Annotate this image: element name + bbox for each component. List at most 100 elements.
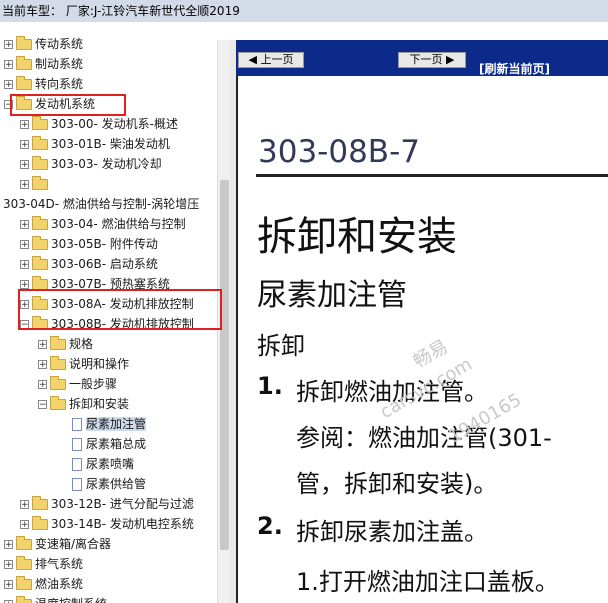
- tree-item-label: 尿素供给管: [86, 477, 147, 491]
- collapse-icon[interactable]: −: [38, 400, 47, 410]
- folder-icon: [16, 556, 32, 570]
- folder-icon: [16, 56, 32, 70]
- expand-icon[interactable]: +: [20, 220, 29, 230]
- tree-item[interactable]: +303-05B- 附件传动: [20, 234, 158, 254]
- folder-icon: [16, 36, 32, 50]
- tree-item[interactable]: +: [20, 174, 51, 194]
- expand-icon[interactable]: +: [38, 340, 47, 350]
- tree-item[interactable]: 303-04D- 燃油供给与控制-涡轮增压: [3, 194, 199, 214]
- tree-item[interactable]: − 拆卸和安装: [38, 394, 129, 414]
- folder-icon: [32, 216, 48, 230]
- tree-item-label: 尿素加注管: [86, 417, 147, 431]
- tree-item[interactable]: +303-01B- 柴油发动机: [20, 134, 170, 154]
- tree-item-label: 尿素箱总成: [86, 437, 147, 451]
- tree-item-label: 说明和操作: [69, 357, 130, 371]
- expand-icon[interactable]: +: [4, 80, 13, 90]
- expand-icon[interactable]: +: [38, 380, 47, 390]
- folder-icon: [50, 396, 66, 410]
- tree-item-label: 排气系统: [35, 557, 84, 571]
- tree-item-label: 303-00- 发动机系-概述: [51, 117, 178, 131]
- tree-item[interactable]: + 一般步骤: [38, 374, 117, 394]
- tree-item-label: 303-04D- 燃油供给与控制-涡轮增压: [3, 197, 200, 211]
- prev-page-button[interactable]: ◀ 上一页: [238, 52, 304, 68]
- tree-item[interactable]: + 规格: [38, 334, 93, 354]
- step-1-reference-line2: 管，拆卸和安装)。: [296, 470, 498, 498]
- folder-icon: [32, 256, 48, 270]
- step-1-reference-line1: 参阅：燃油加注管(301-: [296, 424, 552, 452]
- tree-item-label: 变速箱/离合器: [35, 537, 112, 551]
- tree-item[interactable]: +303-03- 发动机冷却: [20, 154, 162, 174]
- step-1-number: 1.: [257, 372, 283, 400]
- tree-item[interactable]: +303-06B- 启动系统: [20, 254, 158, 274]
- folder-icon: [50, 376, 66, 390]
- folder-icon: [50, 336, 66, 350]
- tree-item[interactable]: 尿素供给管: [72, 474, 146, 494]
- tree-item-label: 转向系统: [35, 77, 84, 91]
- expand-icon[interactable]: +: [20, 180, 29, 190]
- section-heading: 拆卸和安装: [257, 214, 457, 260]
- folder-icon: [32, 176, 48, 190]
- expand-icon[interactable]: +: [4, 560, 13, 570]
- tree-item-label: 303-06B- 启动系统: [51, 257, 158, 271]
- folder-icon: [32, 136, 48, 150]
- expand-icon[interactable]: +: [4, 40, 13, 50]
- tree-item[interactable]: + 排气系统: [4, 554, 83, 574]
- tree-item-label: 尿素喷嘴: [86, 457, 135, 471]
- folder-icon: [16, 76, 32, 90]
- expand-icon[interactable]: +: [20, 500, 29, 510]
- tree-item[interactable]: +303-12B- 进气分配与过滤: [20, 494, 194, 514]
- expand-icon[interactable]: +: [4, 60, 13, 70]
- folder-icon: [32, 516, 48, 530]
- tree-item-label: 303-03- 发动机冷却: [51, 157, 162, 171]
- expand-icon[interactable]: +: [4, 540, 13, 550]
- expand-icon[interactable]: +: [20, 140, 29, 150]
- tree-item-label: 303-14B- 发动机电控系统: [51, 517, 194, 531]
- tree-item-label: 传动系统: [35, 37, 84, 51]
- expand-icon[interactable]: +: [4, 580, 13, 590]
- tree-item[interactable]: + 燃油系统: [4, 574, 83, 594]
- component-heading: 尿素加注管: [257, 278, 407, 313]
- tree-item[interactable]: 尿素加注管: [72, 414, 147, 434]
- tree-item[interactable]: +303-04- 燃油供给与控制: [20, 214, 186, 234]
- expand-icon[interactable]: +: [38, 360, 47, 370]
- title-divider: [256, 174, 608, 177]
- document-icon: [72, 478, 82, 491]
- folder-icon: [16, 576, 32, 590]
- expand-icon[interactable]: +: [20, 160, 29, 170]
- step-2-text: 拆卸尿素加注盖。: [296, 518, 488, 546]
- tree-item[interactable]: +303-00- 发动机系-概述: [20, 114, 178, 134]
- tree-item-label: 制动系统: [35, 57, 84, 71]
- tree-item[interactable]: 尿素箱总成: [72, 434, 146, 454]
- tree-item-label: 规格: [69, 337, 94, 351]
- tree-item[interactable]: +温度控制系统: [4, 594, 107, 603]
- tree-scroll-thumb[interactable]: [220, 180, 229, 550]
- expand-icon[interactable]: +: [20, 240, 29, 250]
- tree-item-label: 303-12B- 进气分配与过滤: [51, 497, 194, 511]
- tree-item-label: 温度控制系统: [35, 597, 107, 603]
- document-nav-bar: ◀ 上一页 下一页 ▶ [刷新当前页]: [236, 40, 608, 76]
- tree-item[interactable]: + 变速箱/离合器: [4, 534, 111, 554]
- procedure-title: 拆卸: [257, 332, 305, 360]
- refresh-page-link[interactable]: [刷新当前页]: [479, 60, 550, 77]
- tree-item[interactable]: 尿素喷嘴: [72, 454, 134, 474]
- expand-icon[interactable]: +: [20, 280, 29, 290]
- expand-icon[interactable]: +: [20, 260, 29, 270]
- folder-icon: [50, 356, 66, 370]
- tree-item[interactable]: + 说明和操作: [38, 354, 129, 374]
- prev-page-label: 上一页: [260, 53, 294, 66]
- folder-icon: [32, 236, 48, 250]
- tree-item[interactable]: + 转向系统: [4, 74, 83, 94]
- tree-item-label: 303-04- 燃油供给与控制: [51, 217, 186, 231]
- document-icon: [72, 438, 82, 451]
- window-title: 当前车型： 厂家:J-江铃汽车新世代全顺2019: [0, 0, 608, 22]
- tree-item[interactable]: + 制动系统: [4, 54, 83, 74]
- next-page-button[interactable]: 下一页 ▶: [398, 52, 466, 68]
- tree-item-label: 一般步骤: [69, 377, 118, 391]
- highlight-engine-system: [10, 94, 126, 116]
- tree-item[interactable]: +303-14B- 发动机电控系统: [20, 514, 194, 534]
- expand-icon[interactable]: +: [20, 520, 29, 530]
- step-2-number: 2.: [257, 512, 283, 540]
- tree-item[interactable]: + 传动系统: [4, 34, 83, 54]
- expand-icon[interactable]: +: [20, 120, 29, 130]
- tree-item-label: 拆卸和安装: [69, 397, 130, 411]
